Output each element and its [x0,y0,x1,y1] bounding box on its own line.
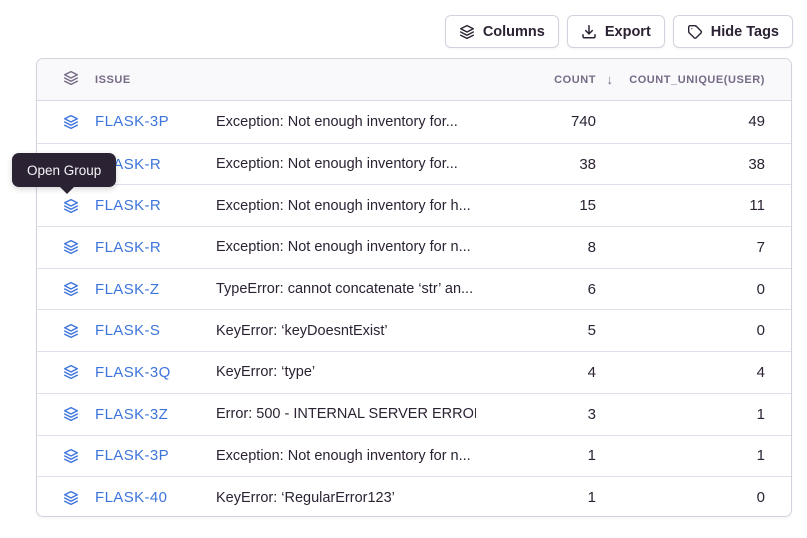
count-value: 6 [476,281,596,298]
issue-link[interactable]: FLASK-40 [95,489,167,506]
table-header-row: ISSUE COUNT ↓ COUNT_UNIQUE(USER) [37,59,791,101]
tooltip-arrow [59,186,75,194]
column-header-count[interactable]: COUNT ↓ [476,74,596,86]
issue-link[interactable]: FLASK-3Z [95,406,168,423]
table-row: FLASK-3P Exception: Not enough inventory… [37,435,791,477]
table-row: FLASK-R Exception: Not enough inventory … [37,226,791,268]
issue-cell: FLASK-Z [63,281,216,298]
count-value: 5 [476,322,596,339]
download-icon [581,24,597,40]
open-group-icon[interactable] [63,490,79,506]
hide-tags-button[interactable]: Hide Tags [673,15,793,48]
column-header-count-unique-label: COUNT_UNIQUE(USER) [629,74,765,86]
issue-title: KeyError: ‘RegularError123’ [216,490,476,506]
issue-link[interactable]: FLASK-S [95,322,160,339]
table-row: FLASK-3Q KeyError: ‘type’ 4 4 [37,351,791,393]
count-unique-value: 0 [596,489,765,506]
open-group-icon[interactable] [63,239,79,255]
table-row: FLASK-S KeyError: ‘keyDoesntExist’ 5 0 [37,309,791,351]
count-unique-value: 0 [596,281,765,298]
table-row: FLASK-3Z Error: 500 - INTERNAL SERVER ER… [37,393,791,435]
issue-title: Exception: Not enough inventory for h... [216,198,476,214]
tag-icon [687,24,703,40]
open-group-icon[interactable] [63,281,79,297]
table-body: FLASK-3P Exception: Not enough inventory… [37,101,791,517]
layers-icon [459,24,475,40]
export-button[interactable]: Export [567,15,665,48]
count-unique-value: 1 [596,447,765,464]
open-group-tooltip-label: Open Group [27,163,101,178]
issue-title: KeyError: ‘keyDoesntExist’ [216,323,476,339]
open-group-icon[interactable] [63,198,79,214]
count-value: 740 [476,113,596,130]
layers-icon [63,70,79,89]
table-row: FLASK-Z TypeError: cannot concatenate ‘s… [37,268,791,310]
open-group-icon[interactable] [63,364,79,380]
table-row: FLASK-R Exception: Not enough inventory … [37,143,791,185]
issue-cell: FLASK-R [63,239,216,256]
hide-tags-button-label: Hide Tags [711,24,779,40]
issue-cell: FLASK-S [63,322,216,339]
open-group-icon[interactable] [63,114,79,130]
open-group-icon[interactable] [63,323,79,339]
count-unique-value: 7 [596,239,765,256]
count-unique-value: 0 [596,322,765,339]
issue-link[interactable]: FLASK-R [95,239,161,256]
columns-button-label: Columns [483,24,545,40]
table-actions-toolbar: Columns Export Hide Tags [445,15,793,48]
issue-title: Error: 500 - INTERNAL SERVER ERROR [216,406,476,422]
open-group-tooltip: Open Group [12,153,116,187]
column-header-issue[interactable]: ISSUE [63,70,216,89]
count-unique-value: 49 [596,113,765,130]
open-group-icon[interactable] [63,406,79,422]
export-button-label: Export [605,24,651,40]
table-row: FLASK-40 KeyError: ‘RegularError123’ 1 0 [37,476,791,517]
issue-title: Exception: Not enough inventory for... [216,156,476,172]
issue-cell: FLASK-3Q [63,364,216,381]
count-unique-value: 1 [596,406,765,423]
issue-title: Exception: Not enough inventory for n... [216,448,476,464]
issue-link[interactable]: FLASK-Z [95,281,159,298]
count-value: 4 [476,364,596,381]
issue-cell: FLASK-40 [63,489,216,506]
issue-cell: FLASK-R [63,197,216,214]
table-row: FLASK-3P Exception: Not enough inventory… [37,101,791,143]
issue-title: Exception: Not enough inventory for n... [216,239,476,255]
issue-title: Exception: Not enough inventory for... [216,114,476,130]
column-header-issue-label: ISSUE [95,74,131,86]
count-value: 38 [476,156,596,173]
count-unique-value: 38 [596,156,765,173]
count-value: 8 [476,239,596,256]
table-row: FLASK-R Exception: Not enough inventory … [37,184,791,226]
count-value: 15 [476,197,596,214]
issue-link[interactable]: FLASK-3P [95,447,169,464]
column-header-count-label: COUNT [554,74,596,86]
count-value: 1 [476,447,596,464]
column-header-count-unique[interactable]: COUNT_UNIQUE(USER) [596,74,765,86]
issue-cell: FLASK-3Z [63,406,216,423]
issue-cell: FLASK-3P [63,113,216,130]
issues-table: ISSUE COUNT ↓ COUNT_UNIQUE(USER) FLASK-3… [36,58,792,517]
issue-link[interactable]: FLASK-R [95,197,161,214]
columns-button[interactable]: Columns [445,15,559,48]
issue-title: TypeError: cannot concatenate ‘str’ an..… [216,281,476,297]
open-group-icon[interactable] [63,448,79,464]
issue-link[interactable]: FLASK-3Q [95,364,171,381]
issue-link[interactable]: FLASK-3P [95,113,169,130]
count-value: 3 [476,406,596,423]
count-unique-value: 4 [596,364,765,381]
issue-cell: FLASK-3P [63,447,216,464]
count-value: 1 [476,489,596,506]
issue-title: KeyError: ‘type’ [216,364,476,380]
count-unique-value: 11 [596,197,765,214]
